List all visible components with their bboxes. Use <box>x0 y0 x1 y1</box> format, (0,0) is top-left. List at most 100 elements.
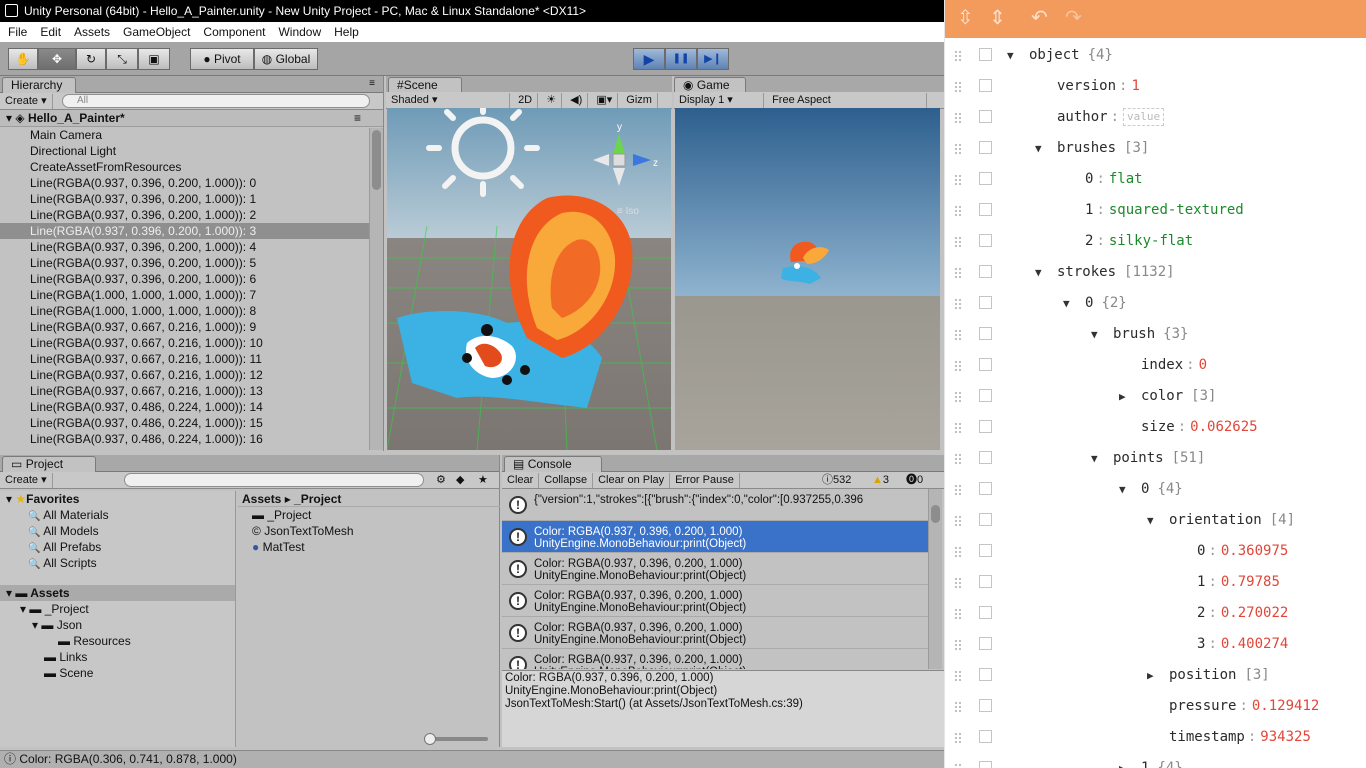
json-row[interactable]: size:0.062625 <box>945 412 1366 443</box>
menu-edit[interactable]: Edit <box>40 25 61 39</box>
tree-item-links[interactable]: ▬ Links <box>0 649 235 665</box>
json-key[interactable]: index <box>1141 357 1183 373</box>
move-tool-icon[interactable]: ✥ <box>38 48 76 70</box>
drag-handle-icon[interactable] <box>954 608 962 620</box>
console-scrollbar[interactable] <box>928 489 942 669</box>
json-row[interactable]: ▼ 0 {4} <box>945 474 1366 505</box>
tree-item-scene[interactable]: ▬ Scene <box>0 665 235 681</box>
json-key[interactable]: 0 <box>1141 481 1149 497</box>
drag-handle-icon[interactable] <box>954 546 962 558</box>
file-item-jsontexttomesh[interactable]: © JsonTextToMesh <box>238 523 500 539</box>
hierarchy-item[interactable]: Line(RGBA(0.937, 0.667, 0.216, 1.000)): … <box>0 319 383 335</box>
row-checkbox-icon[interactable] <box>979 482 992 495</box>
redo-icon[interactable]: ↷ <box>1065 7 1082 29</box>
drag-handle-icon[interactable] <box>954 391 962 403</box>
json-key[interactable]: brushes <box>1057 140 1116 156</box>
drag-handle-icon[interactable] <box>954 639 962 651</box>
json-row[interactable]: 3:0.400274 <box>945 629 1366 660</box>
scene-root-row[interactable]: ▾ ◈ Hello_A_Painter* ≡ <box>0 110 383 127</box>
row-checkbox-icon[interactable] <box>979 234 992 247</box>
tab-game[interactable]: ◉ Game <box>674 77 746 93</box>
drag-handle-icon[interactable] <box>954 360 962 372</box>
json-key[interactable]: timestamp <box>1169 729 1245 745</box>
tree-item-json[interactable]: ▾ ▬ Json <box>0 617 235 633</box>
json-key[interactable]: 3 <box>1197 636 1205 652</box>
json-value[interactable]: 0.129412 <box>1252 698 1319 714</box>
tab-project[interactable]: ▭ Project <box>2 456 96 472</box>
json-row[interactable]: 1: squared-textured <box>945 195 1366 226</box>
collapse-arrow-icon[interactable]: ▼ <box>1063 288 1085 319</box>
console-error-pause-button[interactable]: Error Pause <box>670 473 740 488</box>
json-key[interactable]: 2 <box>1085 233 1093 249</box>
log-count-toggle[interactable]: ⓘ532 <box>822 472 851 488</box>
row-checkbox-icon[interactable] <box>979 451 992 464</box>
toggle-2d-button[interactable]: 2D <box>513 93 539 108</box>
json-row[interactable]: index:0 <box>945 350 1366 381</box>
json-value[interactable]: silky-flat <box>1109 233 1193 249</box>
row-checkbox-icon[interactable] <box>979 575 992 588</box>
drag-handle-icon[interactable] <box>954 298 962 310</box>
json-row[interactable]: 2: silky-flat <box>945 226 1366 257</box>
row-checkbox-icon[interactable] <box>979 699 992 712</box>
json-key[interactable]: 1 <box>1085 202 1093 218</box>
scene-menu-icon[interactable]: ≡ <box>354 110 361 127</box>
aspect-dropdown[interactable]: Free Aspect <box>767 93 928 108</box>
json-row[interactable]: 0:0.360975 <box>945 536 1366 567</box>
tree-item-resources[interactable]: ▬ Resources <box>0 633 235 649</box>
undo-icon[interactable]: ↶ <box>1031 7 1048 29</box>
panel-menu-icon[interactable]: ≡ <box>369 78 375 89</box>
drag-handle-icon[interactable] <box>954 453 962 465</box>
json-row[interactable]: ▼ brushes [3] <box>945 133 1366 164</box>
favorite-star-icon[interactable]: ★ <box>478 472 488 488</box>
drag-handle-icon[interactable] <box>954 329 962 341</box>
console-clear-on-play-button[interactable]: Clear on Play <box>593 473 671 488</box>
game-viewport[interactable] <box>675 108 940 450</box>
file-item-mattest[interactable]: ● MatTest <box>238 539 500 555</box>
hierarchy-item[interactable]: Main Camera <box>0 127 383 143</box>
project-create-button[interactable]: Create ▾ <box>0 473 53 488</box>
row-checkbox-icon[interactable] <box>979 606 992 619</box>
assets-header[interactable]: ▾ ▬ Assets <box>0 585 235 601</box>
hierarchy-item[interactable]: Line(RGBA(0.937, 0.396, 0.200, 1.000)): … <box>0 191 383 207</box>
json-key[interactable]: 0 <box>1085 295 1093 311</box>
json-row[interactable]: ▶ position [3] <box>945 660 1366 691</box>
drag-handle-icon[interactable] <box>954 205 962 217</box>
json-row[interactable]: 0: flat <box>945 164 1366 195</box>
row-checkbox-icon[interactable] <box>979 761 992 768</box>
row-checkbox-icon[interactable] <box>979 544 992 557</box>
json-value[interactable]: 1 <box>1131 78 1139 94</box>
row-checkbox-icon[interactable] <box>979 420 992 433</box>
drag-handle-icon[interactable] <box>954 174 962 186</box>
expand-arrow-icon[interactable]: ▶ <box>1119 753 1141 768</box>
json-value[interactable]: flat <box>1109 171 1143 187</box>
row-checkbox-icon[interactable] <box>979 172 992 185</box>
json-row[interactable]: ▼ points [51] <box>945 443 1366 474</box>
json-value[interactable]: squared-textured <box>1109 202 1244 218</box>
drag-handle-icon[interactable] <box>954 112 962 124</box>
json-key[interactable]: pressure <box>1169 698 1236 714</box>
menu-assets[interactable]: Assets <box>74 25 110 39</box>
row-checkbox-icon[interactable] <box>979 327 992 340</box>
console-log-row[interactable]: ! Color: RGBA(0.937, 0.396, 0.200, 1.000)… <box>502 617 928 649</box>
shading-dropdown[interactable]: Shaded ▾ <box>386 93 510 108</box>
json-value[interactable]: 0.062625 <box>1190 419 1257 435</box>
collapse-arrow-icon[interactable]: ▼ <box>1007 40 1029 71</box>
expand-all-icon[interactable]: ⇳ <box>957 7 974 29</box>
json-key[interactable]: strokes <box>1057 264 1116 280</box>
drag-handle-icon[interactable] <box>954 81 962 93</box>
drag-handle-icon[interactable] <box>954 577 962 589</box>
tab-console[interactable]: ▤ Console <box>504 456 602 472</box>
hierarchy-item[interactable]: Line(RGBA(0.937, 0.396, 0.200, 1.000)): … <box>0 271 383 287</box>
favorites-header[interactable]: ▾ ★Favorites <box>0 491 235 507</box>
collapse-arrow-icon[interactable]: ▼ <box>1119 474 1141 505</box>
tab-scene[interactable]: #Scene <box>388 77 462 93</box>
json-row[interactable]: ▼ strokes [1132] <box>945 257 1366 288</box>
json-key[interactable]: 1 <box>1141 760 1149 768</box>
drag-handle-icon[interactable] <box>954 701 962 713</box>
collapse-all-icon[interactable]: ⇕ <box>989 7 1006 29</box>
projection-label[interactable]: ≡ Iso <box>617 206 639 217</box>
json-row[interactable]: ▼ brush {3} <box>945 319 1366 350</box>
row-checkbox-icon[interactable] <box>979 203 992 216</box>
rotate-tool-icon[interactable]: ↻ <box>76 48 106 70</box>
json-row[interactable]: version:1 <box>945 71 1366 102</box>
